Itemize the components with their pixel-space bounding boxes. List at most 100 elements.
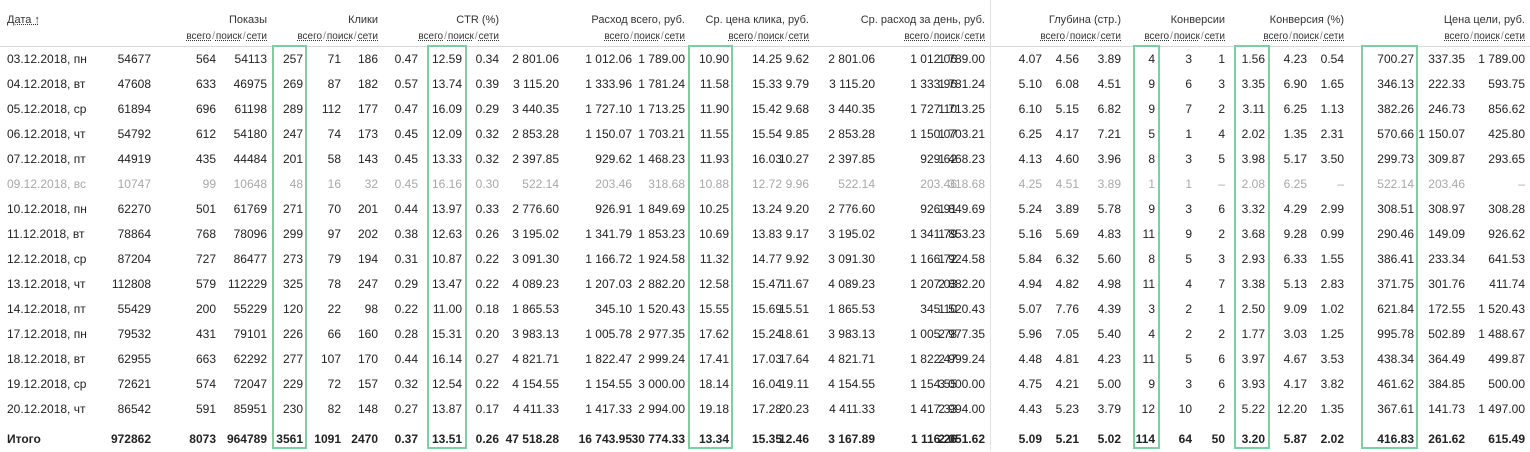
cell: 0.99 [1320, 227, 1344, 241]
cell: 1 333.96 [585, 77, 632, 91]
sub-search-link[interactable]: поиск [1174, 31, 1200, 42]
cell: 1 713.25 [938, 102, 985, 116]
cell: 17.64 [778, 352, 809, 366]
sub-all-link[interactable]: всего [418, 31, 443, 42]
cell: 309.87 [1428, 152, 1465, 166]
cell: 0.34 [475, 52, 499, 66]
cell: 364.49 [1428, 352, 1465, 366]
sub-search-link[interactable]: поиск [448, 31, 474, 42]
sub-search-link[interactable]: поиск [1293, 31, 1319, 42]
cell: 345.10 [595, 302, 632, 316]
sub-all-link[interactable]: всего [1040, 31, 1065, 42]
table-row: 10.12.2018, пн 62270 501 61769 271 70 201 0.44 1… [0, 197, 1530, 222]
cell: 318.68 [948, 177, 985, 191]
cell: 9.62 [785, 52, 809, 66]
header-spend-subcolumns: всего/поиск/сети [535, 31, 685, 42]
cell: 19.11 [779, 377, 809, 391]
cell: 0.30 [475, 177, 499, 191]
cell: 1 789.00 [938, 52, 985, 66]
cell: 308.97 [1428, 202, 1465, 216]
cell: 18.14 [698, 377, 729, 391]
sub-all-link[interactable]: всего [904, 31, 929, 42]
sub-search-link[interactable]: поиск [216, 31, 242, 42]
cell: 1 822.47 [585, 352, 632, 366]
sub-search-link[interactable]: поиск [1474, 31, 1500, 42]
cell: 11.55 [699, 127, 729, 141]
sub-search-link[interactable]: поиск [758, 31, 784, 42]
sub-networks-link[interactable]: сети [1505, 31, 1525, 42]
table-row: 06.12.2018, чт 54792 612 54180 247 74 173 0.45 1… [0, 122, 1530, 147]
cell: 1 417.33 [585, 402, 632, 416]
cell: 149.09 [1428, 227, 1465, 241]
cell: 9.85 [785, 127, 809, 141]
cell: 1.02 [1320, 302, 1344, 316]
cell: 3 091.30 [512, 252, 559, 266]
cell: 11.90 [699, 102, 729, 116]
sub-search-link[interactable]: поиск [1070, 31, 1096, 42]
table-row: 11.12.2018, вт 78864 768 78096 299 97 202 0.38 1… [0, 222, 1530, 247]
cell: 222.33 [1428, 77, 1465, 91]
sub-all-link[interactable]: всего [186, 31, 211, 42]
sub-networks-link[interactable]: сети [789, 31, 809, 42]
cell: 3 167.89 [828, 432, 875, 446]
cell: 0.26 [475, 432, 499, 446]
sub-networks-link[interactable]: сети [247, 31, 267, 42]
row-date: 17.12.2018, пн [7, 327, 87, 341]
cell: 384.85 [1428, 377, 1465, 391]
cell: 2 051.62 [938, 432, 985, 446]
header-depth: Глубина (стр.) [1048, 14, 1121, 26]
cell: 1 727.10 [585, 102, 632, 116]
sub-all-link[interactable]: всего [604, 31, 629, 42]
column-divider [990, 0, 991, 450]
sub-search-link[interactable]: поиск [634, 31, 660, 42]
table-row: 04.12.2018, вт 47608 633 46975 269 87 182 0.57 1… [0, 72, 1530, 97]
row-date: 14.12.2018, пт [7, 302, 86, 316]
sub-networks-link[interactable]: сети [358, 31, 378, 42]
cell: 1 703.21 [938, 127, 985, 141]
cell: 3 115.20 [829, 77, 875, 91]
cell: 2 994.00 [938, 402, 985, 416]
cell: 55429 [117, 302, 151, 316]
cell: 1 150.07 [585, 127, 632, 141]
header-goal-price: Цена цели, руб. [1443, 14, 1525, 26]
cell: 929.62 [595, 152, 632, 166]
cell: 641.53 [1488, 252, 1525, 266]
cell: 0.32 [475, 152, 499, 166]
cell: 17.62 [698, 327, 729, 341]
cell: 3 091.30 [828, 252, 875, 266]
table-row: 03.12.2018, пн 54677 564 54113 257 71 186 0.47 1… [0, 47, 1530, 72]
cell: 79532 [117, 327, 151, 341]
sub-networks-link[interactable]: сети [1205, 31, 1225, 42]
cell: 1 150.07 [1418, 127, 1465, 141]
cell: 0.26 [475, 227, 499, 241]
sub-all-link[interactable]: всего [728, 31, 753, 42]
cell: 615.49 [1488, 432, 1525, 446]
sub-all-link[interactable]: всего [297, 31, 322, 42]
sub-networks-link[interactable]: сети [479, 31, 499, 42]
cell: 0.18 [475, 302, 499, 316]
cell: 3 440.35 [512, 102, 559, 116]
cell: 4 411.33 [829, 402, 875, 416]
cell: 1 520.43 [938, 302, 985, 316]
sub-all-link[interactable]: всего [1144, 31, 1169, 42]
header-daily-spend: Ср. расход за день, руб. [860, 14, 985, 26]
cell: 2 776.60 [512, 202, 559, 216]
cell: 0.22 [475, 277, 499, 291]
sub-search-link[interactable]: поиск [327, 31, 353, 42]
row-date: Итого [7, 432, 41, 446]
header-impressions-subcolumns: всего/поиск/сети [177, 31, 267, 42]
sub-search-link[interactable]: поиск [934, 31, 960, 42]
cell: 203.46 [1428, 177, 1465, 191]
sub-networks-link[interactable]: сети [1324, 31, 1344, 42]
cell: 18.61 [778, 327, 809, 341]
cell: 4 154.55 [512, 377, 559, 391]
header-ctr-subcolumns: всего/поиск/сети [379, 31, 499, 42]
sub-all-link[interactable]: всего [1263, 31, 1288, 42]
date-sort-header[interactable]: Дата ↑ [7, 14, 40, 26]
cell: 1 865.53 [828, 302, 875, 316]
table-row: 17.12.2018, пн 79532 431 79101 226 66 160 0.28 1… [0, 322, 1530, 347]
header-conversions: Конверсии [1170, 14, 1225, 26]
sub-networks-link[interactable]: сети [965, 31, 985, 42]
sub-all-link[interactable]: всего [1444, 31, 1469, 42]
cell: 2 801.06 [512, 52, 559, 66]
